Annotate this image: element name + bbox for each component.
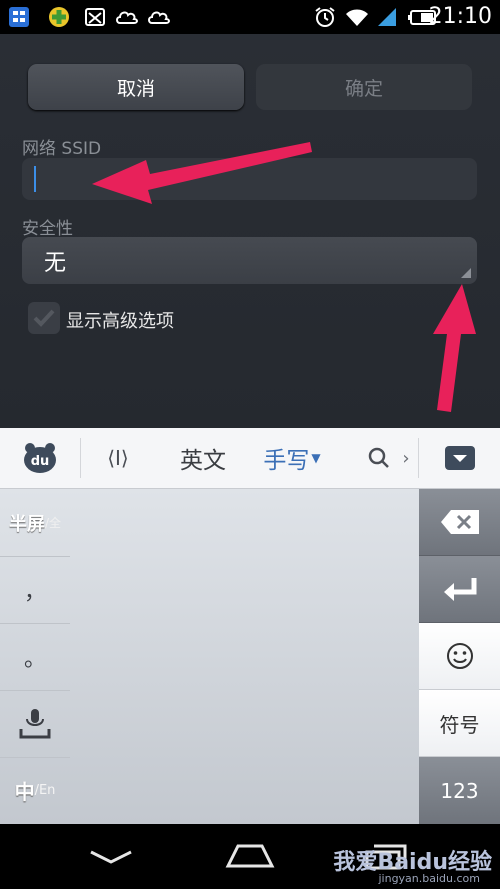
puzzle-icon	[49, 7, 69, 27]
english-mode-button[interactable]: 英文	[170, 428, 236, 488]
status-time: 21:10	[428, 4, 492, 29]
navigation-bar: 我爱Baidu经验 jingyan.baidu.com	[0, 824, 500, 889]
full-screen-label: /全	[44, 516, 62, 530]
toolbar-divider	[418, 438, 419, 478]
comma-key[interactable]: ，	[0, 556, 70, 624]
emoji-key[interactable]	[419, 623, 500, 690]
symbols-key[interactable]: 符号	[419, 690, 500, 757]
signal-icon	[378, 8, 396, 26]
arrow-up-icon	[433, 284, 476, 412]
cursor-move-icon[interactable]: ⟨I⟩	[96, 428, 140, 488]
numbers-key[interactable]: 123	[419, 757, 500, 824]
arrow-left-icon	[92, 142, 312, 204]
chevron-down-icon: ▼	[311, 451, 321, 465]
toolbar-divider	[80, 438, 81, 478]
backspace-key[interactable]	[419, 489, 500, 556]
left-key-column: 半屏/全 ， 。 中/En	[0, 489, 70, 824]
right-key-column: 符号 123	[419, 489, 500, 824]
space-voice-key[interactable]	[0, 690, 70, 758]
handwriting-keyboard: 半屏/全 ， 。 中/En 符号 123	[0, 489, 500, 824]
home-icon[interactable]	[224, 842, 276, 870]
cat-face-icon	[85, 8, 105, 26]
language-switch-key[interactable]: 中/En	[0, 757, 70, 824]
english-label: /En	[34, 783, 56, 798]
cloud-icon	[148, 11, 170, 24]
microphone-space-icon	[19, 708, 51, 738]
add-network-dialog: 取消 确定 网络 SSID 安全性 无 显示高级选项	[0, 34, 500, 428]
keyboard-toolbar: du ⟨I⟩ 英文 手写 ▼ ›	[0, 428, 500, 489]
search-icon[interactable]	[362, 428, 396, 488]
half-screen-key[interactable]: 半屏/全	[0, 489, 70, 557]
alarm-clock-icon	[315, 7, 335, 27]
baidu-logo-icon[interactable]: du	[14, 428, 66, 488]
app-grid-icon	[9, 7, 29, 27]
enter-icon	[443, 578, 476, 601]
annotation-arrows	[92, 142, 476, 412]
more-chevron-icon[interactable]: ›	[398, 428, 414, 488]
status-bar: 21:10	[0, 0, 500, 34]
watermark-url: jingyan.baidu.com	[378, 872, 480, 885]
smiley-icon	[446, 643, 473, 669]
handwrite-mode-button[interactable]: 手写 ▼	[262, 428, 322, 488]
enter-key[interactable]	[419, 556, 500, 623]
backspace-icon	[440, 510, 479, 534]
cloud-icon	[116, 11, 138, 24]
handwrite-label: 手写	[263, 448, 310, 474]
back-chevron-icon[interactable]	[88, 848, 134, 868]
chinese-label: 中	[14, 780, 35, 804]
period-key[interactable]: 。	[0, 623, 70, 691]
keyboard-hide-icon[interactable]	[440, 428, 480, 488]
svg-text:du: du	[31, 454, 50, 469]
half-screen-label: 半屏	[8, 513, 45, 535]
wifi-icon	[346, 9, 368, 26]
